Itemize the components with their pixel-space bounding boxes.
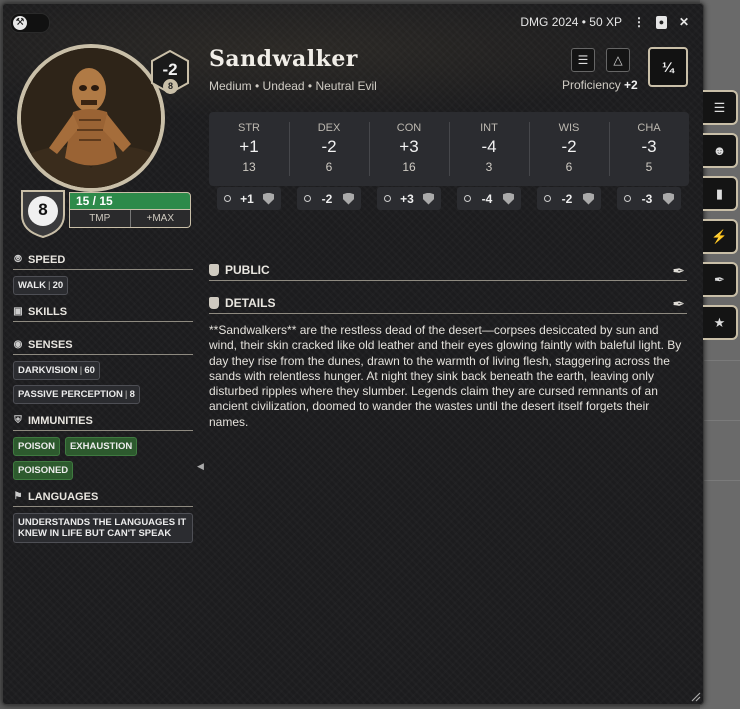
utensils-icon[interactable]: ☰ xyxy=(571,48,595,72)
proficiency-dot-icon[interactable] xyxy=(384,195,391,202)
save-con[interactable]: +3 xyxy=(377,187,441,210)
jar-icon xyxy=(209,264,219,276)
shield-icon xyxy=(582,192,594,205)
ability-scores: STR +1 13 DEX -2 6 CON +3 16 INT -4 3 WIS -2 6 CHA… xyxy=(209,112,689,186)
save-wis[interactable]: -2 xyxy=(537,187,601,210)
npc-icon[interactable]: ☻ xyxy=(703,133,738,168)
armor-class-shield[interactable]: 8 xyxy=(20,187,66,239)
window-controls: DMG 2024 • 50 XP ⋮ ● ✕ xyxy=(520,15,691,29)
language-entry[interactable]: UNDERSTANDS THE LANGUAGES IT KNEW IN LIF… xyxy=(13,513,193,543)
saving-throws: +1 -2 +3 -4 -2 -3 xyxy=(209,187,689,210)
kebab-menu-icon[interactable]: ⋮ xyxy=(632,15,646,29)
header-icons: ☰ △ xyxy=(571,48,630,72)
hp-value: 15 / 15 xyxy=(76,194,113,208)
proficiency-dot-icon[interactable] xyxy=(224,195,231,202)
armor-class-value: 8 xyxy=(38,200,48,219)
immunities-header[interactable]: ⛨ IMMUNITIES xyxy=(13,415,193,431)
ability-cha[interactable]: CHA -3 5 xyxy=(609,112,689,186)
save-dex[interactable]: -2 xyxy=(297,187,361,210)
quill-icon[interactable]: ✒ xyxy=(703,262,738,297)
speed-walk[interactable]: WALK | 20 xyxy=(13,276,69,295)
briefcase-icon: ▣ xyxy=(13,306,23,317)
sense-passive-perception[interactable]: PASSIVE PERCEPTION | 8 xyxy=(13,385,140,404)
lightning-icon[interactable]: ⚡ xyxy=(703,219,738,254)
ability-con[interactable]: CON +3 16 xyxy=(369,112,449,186)
resize-handle-icon[interactable] xyxy=(691,692,701,702)
ability-str[interactable]: STR +1 13 xyxy=(209,112,289,186)
mode-toggle[interactable]: ⚒ xyxy=(10,13,50,33)
wrench-icon: ⚒ xyxy=(13,16,27,30)
shield-icon xyxy=(423,192,434,205)
save-cha[interactable]: -3 xyxy=(617,187,681,210)
immunity-exhaustion[interactable]: EXHAUSTION xyxy=(64,437,138,456)
jar-icon xyxy=(209,297,219,309)
flag-icon: ⚑ xyxy=(13,491,23,502)
temp-hp-field[interactable]: TMP xyxy=(70,210,130,227)
hp-bar[interactable]: 15 / 15 xyxy=(69,192,191,210)
save-str[interactable]: +1 xyxy=(217,187,281,210)
speed-header[interactable]: ⦾ SPEED xyxy=(13,254,193,270)
public-section: PUBLIC ✒ xyxy=(209,262,687,281)
star-icon[interactable]: ★ xyxy=(703,305,738,340)
proficiency-dot-icon[interactable] xyxy=(464,195,471,202)
list-icon[interactable]: ☰ xyxy=(703,90,738,125)
languages-header[interactable]: ⚑ LANGUAGES xyxy=(13,491,193,507)
quill-icon[interactable]: ✒ xyxy=(672,262,685,280)
proficiency: Proficiency +2 xyxy=(562,78,638,92)
details-section: DETAILS ✒ xyxy=(209,295,687,314)
sheet-side-tabs: ☰ ☻ ▮ ⚡ ✒ ★ xyxy=(703,90,740,348)
portrait[interactable] xyxy=(17,44,165,192)
proficiency-dot-icon[interactable] xyxy=(304,195,311,202)
ability-dex[interactable]: DEX -2 6 xyxy=(289,112,369,186)
creature-name[interactable]: Sandwalker xyxy=(209,46,358,72)
ability-int[interactable]: INT -4 3 xyxy=(449,112,529,186)
close-icon[interactable]: ✕ xyxy=(677,15,691,29)
shield-icon: ⛨ xyxy=(14,415,22,426)
proficiency-dot-icon[interactable] xyxy=(624,195,631,202)
shield-icon xyxy=(662,192,674,205)
save-int[interactable]: -4 xyxy=(457,187,521,210)
details-description[interactable]: **Sandwalkers** are the restless dead of… xyxy=(209,323,687,430)
source-label: DMG 2024 • 50 XP xyxy=(520,15,622,29)
details-title: DETAILS xyxy=(225,296,276,310)
public-title: PUBLIC xyxy=(225,263,270,277)
proficiency-dot-icon[interactable] xyxy=(544,195,551,202)
actor-sheet-window: ⚒ DMG 2024 • 50 XP ⋮ ● ✕ -2 8 8 15 / 15 xyxy=(2,3,704,705)
ability-wis[interactable]: WIS -2 6 xyxy=(529,112,609,186)
cr-badge[interactable]: -2 8 xyxy=(151,49,189,95)
shield-icon xyxy=(263,192,274,205)
traits-sidebar: ⦾ SPEED WALK | 20 ▣ SKILLS ◉ SENSES DARKVISIO… xyxy=(13,254,193,554)
sheet-icon[interactable]: ● xyxy=(656,15,667,29)
flask-icon[interactable]: △ xyxy=(606,48,630,72)
immunity-poison[interactable]: POISON xyxy=(13,437,60,456)
max-hp-field[interactable]: +MAX xyxy=(129,210,191,227)
hp-extra-row: TMP +MAX xyxy=(69,210,191,228)
cr-modifier: -2 xyxy=(162,60,178,79)
challenge-rating[interactable]: ¼ xyxy=(648,47,688,87)
skills-header[interactable]: ▣ SKILLS xyxy=(13,306,193,322)
collapse-sidebar-icon[interactable]: ◀ xyxy=(197,461,204,472)
sense-darkvision[interactable]: DARKVISION | 60 xyxy=(13,361,100,380)
cr-sub-value: 8 xyxy=(163,79,178,94)
senses-icon: ◉ xyxy=(13,339,23,350)
creature-subtitle: Medium • Undead • Neutral Evil xyxy=(209,79,377,93)
immunity-poisoned[interactable]: POISONED xyxy=(13,461,74,480)
book-icon[interactable]: ▮ xyxy=(703,176,738,211)
speed-icon: ⦾ xyxy=(14,254,22,265)
shield-icon xyxy=(502,192,514,205)
senses-header[interactable]: ◉ SENSES xyxy=(13,339,193,355)
shield-icon xyxy=(342,192,354,205)
quill-icon[interactable]: ✒ xyxy=(672,295,685,313)
